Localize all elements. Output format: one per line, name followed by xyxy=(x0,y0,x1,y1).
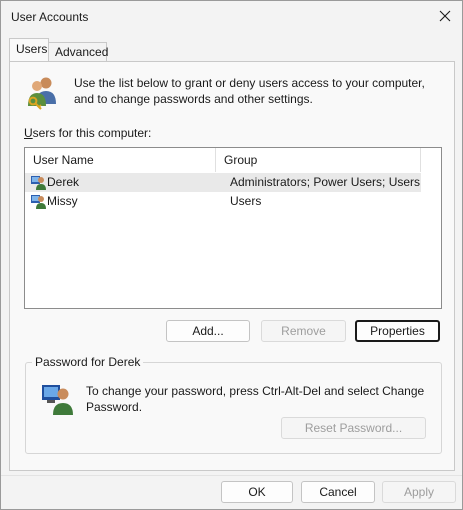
add-user-button-label: Add... xyxy=(192,324,224,338)
password-instructions: To change your password, press Ctrl-Alt-… xyxy=(86,384,425,414)
column-header-group[interactable]: Group xyxy=(216,148,421,172)
users-list-label-text: sers for this computer: xyxy=(32,126,152,140)
footer-divider xyxy=(1,475,462,476)
tab-advanced[interactable]: Advanced xyxy=(49,42,109,61)
add-user-button[interactable]: Add... xyxy=(166,320,250,342)
user-row-missy[interactable]: Missy Users xyxy=(25,192,421,211)
user-accounts-window: User Accounts Users Advanced Use the lis… xyxy=(0,0,463,510)
reset-password-button-label: Reset Password... xyxy=(304,421,403,435)
users-list-label: Users for this computer: xyxy=(24,126,152,140)
users-tab-panel: Use the list below to grant or deny user… xyxy=(9,61,455,471)
intro-text: Use the list below to grant or deny user… xyxy=(74,76,425,106)
cancel-button-label: Cancel xyxy=(319,485,357,499)
close-button[interactable] xyxy=(432,5,458,27)
user-name-cell: Derek xyxy=(47,175,80,189)
ok-button-label: OK xyxy=(248,485,266,499)
reset-password-button[interactable]: Reset Password... xyxy=(281,417,426,439)
apply-button-label: Apply xyxy=(403,485,435,499)
window-title: User Accounts xyxy=(11,10,89,24)
user-icon xyxy=(31,195,46,209)
title-bar: User Accounts xyxy=(1,1,462,33)
column-header-user-name[interactable]: User Name xyxy=(25,148,216,172)
close-icon xyxy=(439,10,451,22)
password-groupbox-title: Password for Derek xyxy=(32,355,144,369)
properties-button[interactable]: Properties xyxy=(355,320,440,342)
tab-users-label: Users xyxy=(16,42,48,56)
user-group-cell: Users xyxy=(230,194,262,208)
ok-button[interactable]: OK xyxy=(221,481,293,503)
remove-user-button[interactable]: Remove xyxy=(261,320,346,342)
apply-button[interactable]: Apply xyxy=(382,481,456,503)
list-header: User Name Group xyxy=(25,148,421,172)
user-row-derek[interactable]: Derek Administrators; Power Users; Users xyxy=(25,173,421,192)
properties-button-label: Properties xyxy=(370,324,425,338)
tab-users[interactable]: Users xyxy=(9,38,49,61)
user-monitor-icon xyxy=(42,385,73,415)
user-icon xyxy=(31,176,46,190)
tab-advanced-label: Advanced xyxy=(55,45,109,59)
users-keys-icon xyxy=(28,77,56,110)
users-list[interactable]: User Name Group Derek Administrators; Po… xyxy=(24,147,442,309)
remove-user-button-label: Remove xyxy=(281,324,326,338)
user-name-cell: Missy xyxy=(47,194,78,208)
user-group-cell: Administrators; Power Users; Users xyxy=(230,175,421,189)
cancel-button[interactable]: Cancel xyxy=(301,481,375,503)
